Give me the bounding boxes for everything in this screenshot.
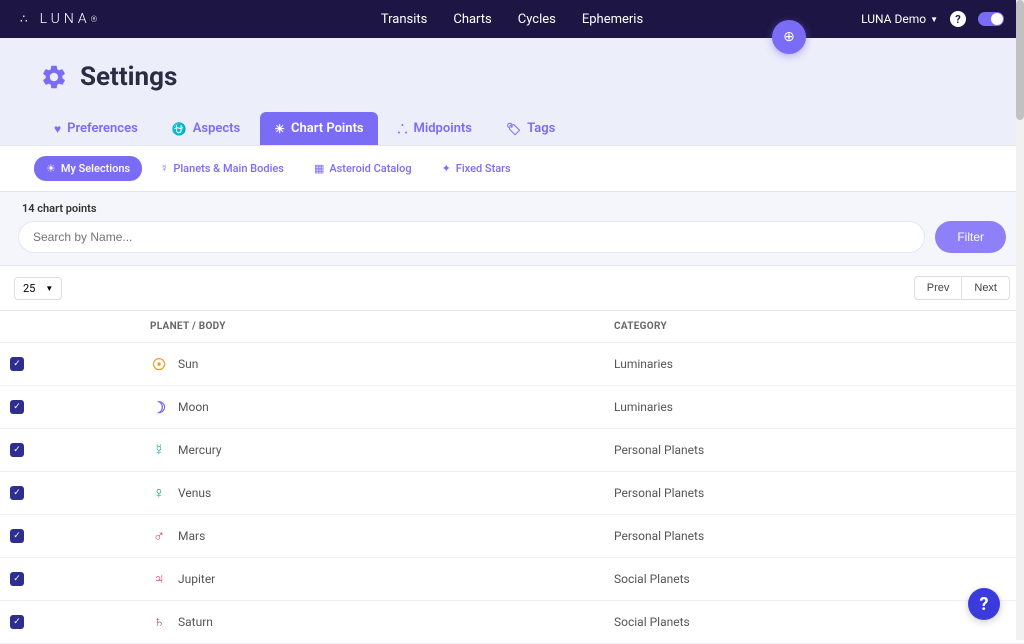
- table-header: PLANET / BODY CATEGORY: [0, 311, 1024, 343]
- row-checkbox[interactable]: ✓: [10, 572, 24, 586]
- row-checkbox[interactable]: ✓: [10, 400, 24, 414]
- logo-dots-icon: ∴: [20, 12, 32, 26]
- row-checkbox[interactable]: ✓: [10, 357, 24, 371]
- planet-name: Mercury: [178, 443, 222, 457]
- sub-tabs: ☀My Selections ☿Planets & Main Bodies ▦A…: [0, 146, 1024, 191]
- top-nav: ∴ LUNA® Transits Charts Cycles Ephemeris…: [0, 0, 1024, 38]
- planet-name: Moon: [178, 400, 209, 414]
- mercury-icon: ☿: [160, 162, 168, 175]
- table-row[interactable]: ✓ ♂ Mars Personal Planets: [0, 515, 1024, 558]
- nav-links: Transits Charts Cycles Ephemeris: [381, 12, 643, 27]
- table-row[interactable]: ✓ ☉ Sun Luminaries: [0, 343, 1024, 386]
- nav-charts[interactable]: Charts: [453, 12, 491, 27]
- page-title: Settings: [80, 62, 177, 92]
- page-header: Settings: [0, 38, 1024, 102]
- aspects-icon: ⛎: [172, 122, 187, 136]
- brand-name: LUNA: [40, 11, 91, 27]
- planet-glyph-icon: ☽: [150, 398, 168, 416]
- planet-glyph-icon: ♄: [150, 613, 168, 631]
- table-row[interactable]: ✓ ♄ Saturn Social Planets: [0, 601, 1024, 644]
- table-row[interactable]: ✓ ☽ Moon Luminaries: [0, 386, 1024, 429]
- help-icon[interactable]: ?: [950, 11, 966, 27]
- planet-name: Venus: [178, 486, 211, 500]
- col-category: CATEGORY: [614, 321, 1024, 332]
- tag-icon: 🏷: [506, 122, 521, 136]
- tab-tags[interactable]: 🏷Tags: [492, 112, 569, 145]
- row-checkbox[interactable]: ✓: [10, 529, 24, 543]
- sun-small-icon: ☀: [46, 162, 56, 175]
- scroll-thumb[interactable]: [1016, 0, 1024, 120]
- planet-glyph-icon: ♀: [150, 484, 168, 502]
- nav-right: LUNA Demo ▼ ?: [861, 11, 1004, 27]
- star-icon: ✦: [442, 162, 451, 175]
- row-checkbox[interactable]: ✓: [10, 615, 24, 629]
- table-row[interactable]: ✓ ♀ Venus Personal Planets: [0, 472, 1024, 515]
- heart-icon: ♥: [54, 122, 61, 136]
- theme-toggle[interactable]: [978, 12, 1004, 26]
- help-fab[interactable]: ?: [968, 588, 1000, 620]
- nav-ephemeris[interactable]: Ephemeris: [582, 12, 643, 27]
- planet-glyph-icon: ☿: [150, 441, 168, 459]
- planet-name: Sun: [178, 357, 198, 371]
- count-label: 14 chart points: [22, 202, 1002, 215]
- prev-button[interactable]: Prev: [914, 276, 963, 300]
- planet-category: Social Planets: [614, 615, 1024, 629]
- planet-category: Personal Planets: [614, 443, 1024, 457]
- caret-down-icon: ▼: [930, 15, 938, 24]
- sub-bar: ☀My Selections ☿Planets & Main Bodies ▦A…: [0, 145, 1024, 192]
- gear-icon: [40, 63, 68, 91]
- subtab-planets-main[interactable]: ☿Planets & Main Bodies: [148, 156, 296, 181]
- nav-transits[interactable]: Transits: [381, 12, 428, 27]
- planet-name: Mars: [178, 529, 205, 543]
- brand-reg: ®: [91, 15, 97, 24]
- planet-category: Personal Planets: [614, 529, 1024, 543]
- pager-bar: 25 ▼ Prev Next: [0, 266, 1024, 311]
- midpoints-icon: ⸫: [398, 120, 408, 137]
- filter-bar: 14 chart points Filter: [0, 192, 1024, 266]
- user-menu[interactable]: LUNA Demo ▼: [861, 12, 938, 26]
- row-checkbox[interactable]: ✓: [10, 443, 24, 457]
- main-tabs: ♥Preferences ⛎Aspects ☀Chart Points ⸫Mid…: [0, 102, 1024, 145]
- planet-glyph-icon: ☉: [150, 355, 168, 373]
- sun-icon: ☀: [274, 122, 285, 136]
- question-icon: ?: [980, 594, 989, 615]
- planet-glyph-icon: ♂: [150, 527, 168, 545]
- tab-midpoints[interactable]: ⸫Midpoints: [384, 112, 486, 145]
- subtab-asteroid-catalog[interactable]: ▦Asteroid Catalog: [302, 156, 424, 181]
- table-row[interactable]: ✓ ♃ Jupiter Social Planets: [0, 558, 1024, 601]
- planet-category: Social Planets: [614, 572, 1024, 586]
- planet-category: Personal Planets: [614, 486, 1024, 500]
- catalog-icon: ▦: [314, 162, 324, 175]
- caret-down-icon: ▼: [45, 284, 53, 293]
- logo[interactable]: ∴ LUNA®: [20, 11, 97, 27]
- plus-circle-icon: ⊕: [783, 29, 795, 45]
- user-label: LUNA Demo: [861, 12, 926, 26]
- table-row[interactable]: ✓ ☿ Mercury Personal Planets: [0, 429, 1024, 472]
- col-planet-body: PLANET / BODY: [150, 321, 614, 332]
- add-fab[interactable]: ⊕: [772, 20, 806, 54]
- planet-name: Jupiter: [178, 572, 215, 586]
- pagesize-select[interactable]: 25 ▼: [14, 277, 62, 300]
- tab-aspects[interactable]: ⛎Aspects: [158, 112, 254, 145]
- filter-button[interactable]: Filter: [935, 221, 1006, 253]
- next-button[interactable]: Next: [962, 276, 1010, 300]
- subtab-my-selections[interactable]: ☀My Selections: [34, 156, 142, 181]
- nav-cycles[interactable]: Cycles: [518, 12, 556, 27]
- scrollbar[interactable]: [1016, 0, 1024, 640]
- planet-category: Luminaries: [614, 400, 1024, 414]
- planet-name: Saturn: [178, 615, 213, 629]
- planet-category: Luminaries: [614, 357, 1024, 371]
- search-input[interactable]: [18, 221, 925, 253]
- row-checkbox[interactable]: ✓: [10, 486, 24, 500]
- tab-preferences[interactable]: ♥Preferences: [40, 112, 152, 145]
- planet-glyph-icon: ♃: [150, 570, 168, 588]
- tab-chart-points[interactable]: ☀Chart Points: [260, 112, 377, 145]
- subtab-fixed-stars[interactable]: ✦Fixed Stars: [430, 156, 523, 181]
